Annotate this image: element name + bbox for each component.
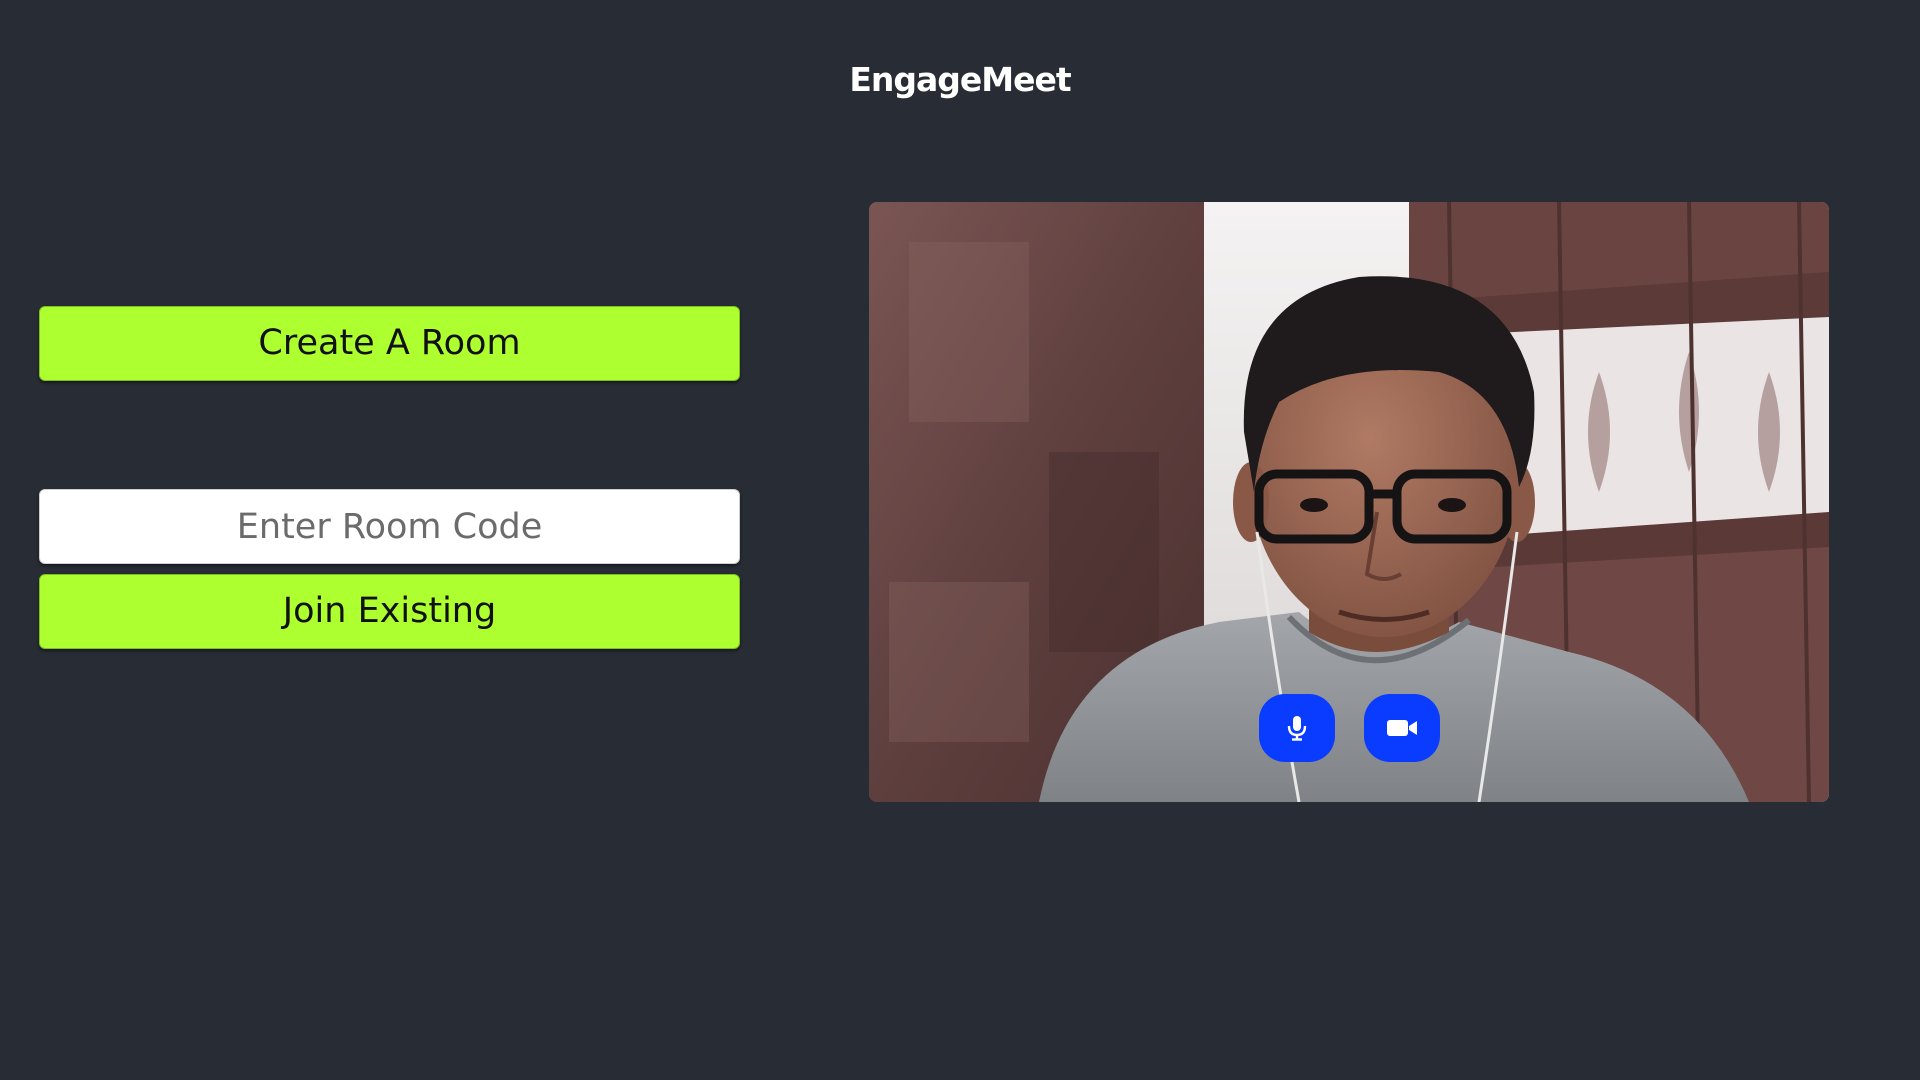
video-camera-icon (1386, 720, 1417, 736)
microphone-icon (1287, 716, 1306, 741)
create-room-button[interactable]: Create A Room (39, 306, 740, 381)
room-code-input[interactable] (39, 489, 740, 564)
camera-controls (869, 694, 1829, 762)
mic-toggle-button[interactable] (1258, 694, 1335, 762)
camera-preview (869, 202, 1829, 802)
app-root: EngageMeet Create A Room Join Existing (0, 0, 1920, 1080)
app-title: EngageMeet (849, 60, 1071, 99)
join-existing-button[interactable]: Join Existing (39, 574, 740, 649)
camera-toggle-button[interactable] (1363, 694, 1440, 762)
